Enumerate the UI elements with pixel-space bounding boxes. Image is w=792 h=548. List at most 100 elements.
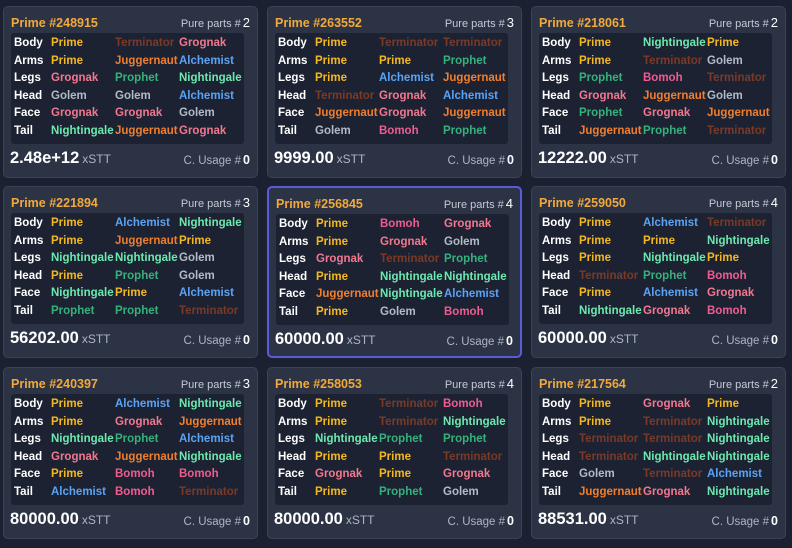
nft-card[interactable]: Prime #217564 Pure parts #2 Body Prime Grogn… xyxy=(531,367,786,539)
price-unit: xSTT xyxy=(81,513,111,527)
card-header: Prime #258053 Pure parts #4 xyxy=(275,376,514,393)
price: 60000.00 xSTT xyxy=(275,330,376,349)
nft-card[interactable]: Prime #263552 Pure parts #3 Body Prime Termi… xyxy=(267,6,522,178)
part-row: Body Prime Alchemist Nightingale xyxy=(11,215,244,233)
part-value: Prime xyxy=(51,415,83,428)
part-value: Golem xyxy=(444,235,480,248)
nft-card[interactable]: Prime #221894 Pure parts #3 Body Prime Alche… xyxy=(3,186,258,358)
part-label: Tail xyxy=(14,305,33,317)
part-value: Nightingale xyxy=(707,433,770,446)
part-row: Body Prime Bomoh Grognak xyxy=(276,216,509,234)
part-value: Nightingale xyxy=(643,450,706,463)
usage-value: 0 xyxy=(243,514,250,528)
part-row: Face Juggernaut Nightingale Alchemist xyxy=(276,286,509,304)
part-label: Arms xyxy=(278,54,308,67)
nft-card[interactable]: Prime #248915 Pure parts #2 Body Prime Termi… xyxy=(3,6,258,178)
part-value: Juggernaut xyxy=(315,107,378,120)
part-value: Nightingale xyxy=(179,72,242,85)
nft-card[interactable]: Prime #259050 Pure parts #4 Body Prime Alche… xyxy=(531,186,786,358)
part-value: Alchemist xyxy=(707,468,762,481)
price-unit: xSTT xyxy=(82,152,111,166)
nft-card[interactable]: Prime #256845 Pure parts #4 Body Prime Bomoh… xyxy=(267,186,522,358)
usage: C. Usage #0 xyxy=(448,514,514,528)
part-row: Body Prime Terminator Bomoh xyxy=(275,396,508,414)
part-value: Prime xyxy=(315,415,347,428)
part-value: Juggernaut xyxy=(179,415,242,428)
part-row: Face Prime Bomoh Bomoh xyxy=(11,466,244,484)
part-value: Prime xyxy=(115,287,147,300)
nft-card[interactable]: Prime #240397 Pure parts #3 Body Prime Alche… xyxy=(3,367,258,539)
price-unit: xSTT xyxy=(346,333,376,347)
part-value: Bomoh xyxy=(379,125,419,137)
pure-parts-value: 3 xyxy=(242,376,250,391)
part-value: Prophet xyxy=(579,72,623,85)
part-value: Grognak xyxy=(115,107,163,120)
parts-panel: Body Prime Alchemist Nightingale Arms Prime Ju… xyxy=(11,213,244,324)
part-value: Terminator xyxy=(579,433,639,446)
part-value: Juggernaut xyxy=(443,107,506,120)
part-value: Prime xyxy=(579,54,611,67)
part-value: Prime xyxy=(51,398,83,410)
usage-value: 0 xyxy=(507,514,514,528)
part-row: Arms Prime Grognak Golem xyxy=(276,234,509,252)
usage: C. Usage #0 xyxy=(712,333,778,347)
part-label: Tail xyxy=(542,486,561,498)
nft-card[interactable]: Prime #258053 Pure parts #4 Body Prime Termi… xyxy=(267,367,522,539)
card-header: Prime #248915 Pure parts #2 xyxy=(11,15,250,32)
part-value: Prime xyxy=(579,415,611,428)
usage-value: 0 xyxy=(507,153,514,167)
card-footer: 2.48e+12 xSTT C. Usage #0 xyxy=(10,149,250,171)
part-label: Face xyxy=(14,287,41,300)
usage-label: C. Usage # xyxy=(447,155,506,167)
nft-card[interactable]: Prime #218061 Pure parts #2 Body Prime Night… xyxy=(531,6,786,178)
part-label: Arms xyxy=(278,415,308,428)
part-value: Golem xyxy=(51,89,87,102)
price-value: 88531.00 xyxy=(538,510,607,528)
part-row: Legs Nightingale Prophet Prophet xyxy=(275,431,508,449)
card-footer: 12222.00 xSTT C. Usage #0 xyxy=(538,149,778,171)
usage-value: 0 xyxy=(771,514,778,528)
part-row: Face Prime Alchemist Grognak xyxy=(539,285,772,303)
pure-parts-label: Pure parts # xyxy=(180,18,241,30)
part-label: Legs xyxy=(14,252,41,265)
usage: C. Usage #0 xyxy=(184,514,250,528)
price: 2.48e+12 xSTT xyxy=(10,149,111,168)
part-label: Body xyxy=(279,218,308,230)
part-value: Golem xyxy=(707,89,743,102)
part-value: Nightingale xyxy=(51,252,114,265)
pure-parts-label: Pure parts # xyxy=(708,198,769,210)
part-value: Prime xyxy=(315,37,347,49)
part-value: Nightingale xyxy=(51,287,114,300)
part-value: Prime xyxy=(315,450,347,463)
part-value: Juggernaut xyxy=(115,234,178,247)
part-value: Golem xyxy=(707,54,743,67)
price: 9999.00 xSTT xyxy=(274,149,365,168)
usage-label: C. Usage # xyxy=(446,336,505,348)
part-value: Prime xyxy=(51,269,83,282)
part-label: Legs xyxy=(14,72,41,85)
usage-value: 0 xyxy=(243,333,250,347)
price-unit: xSTT xyxy=(609,332,639,346)
part-value: Nightingale xyxy=(315,433,378,446)
part-label: Tail xyxy=(278,486,297,498)
part-value: Alchemist xyxy=(115,398,170,410)
part-label: Head xyxy=(14,450,43,463)
part-label: Head xyxy=(278,89,307,102)
part-value: Grognak xyxy=(707,287,755,300)
pure-parts: Pure parts #4 xyxy=(709,195,778,210)
part-value: Grognak xyxy=(179,125,227,137)
card-footer: 9999.00 xSTT C. Usage #0 xyxy=(274,149,514,171)
part-value: Prime xyxy=(579,287,611,300)
part-value: Terminator xyxy=(115,37,175,49)
pure-parts-label: Pure parts # xyxy=(708,18,769,30)
price-unit: xSTT xyxy=(345,513,375,527)
part-row: Tail Nightingale Juggernaut Grognak xyxy=(11,123,244,141)
usage: C. Usage #0 xyxy=(712,153,778,167)
parts-panel: Body Prime Terminator Bomoh Arms Prime Termina… xyxy=(275,394,508,505)
part-label: Head xyxy=(14,89,43,102)
card-header: Prime #259050 Pure parts #4 xyxy=(539,195,778,212)
pure-parts-value: 4 xyxy=(506,376,514,391)
pure-parts-value: 3 xyxy=(506,15,514,30)
card-footer: 56202.00 xSTT C. Usage #0 xyxy=(10,329,250,351)
card-footer: 80000.00 xSTT C. Usage #0 xyxy=(274,510,514,532)
